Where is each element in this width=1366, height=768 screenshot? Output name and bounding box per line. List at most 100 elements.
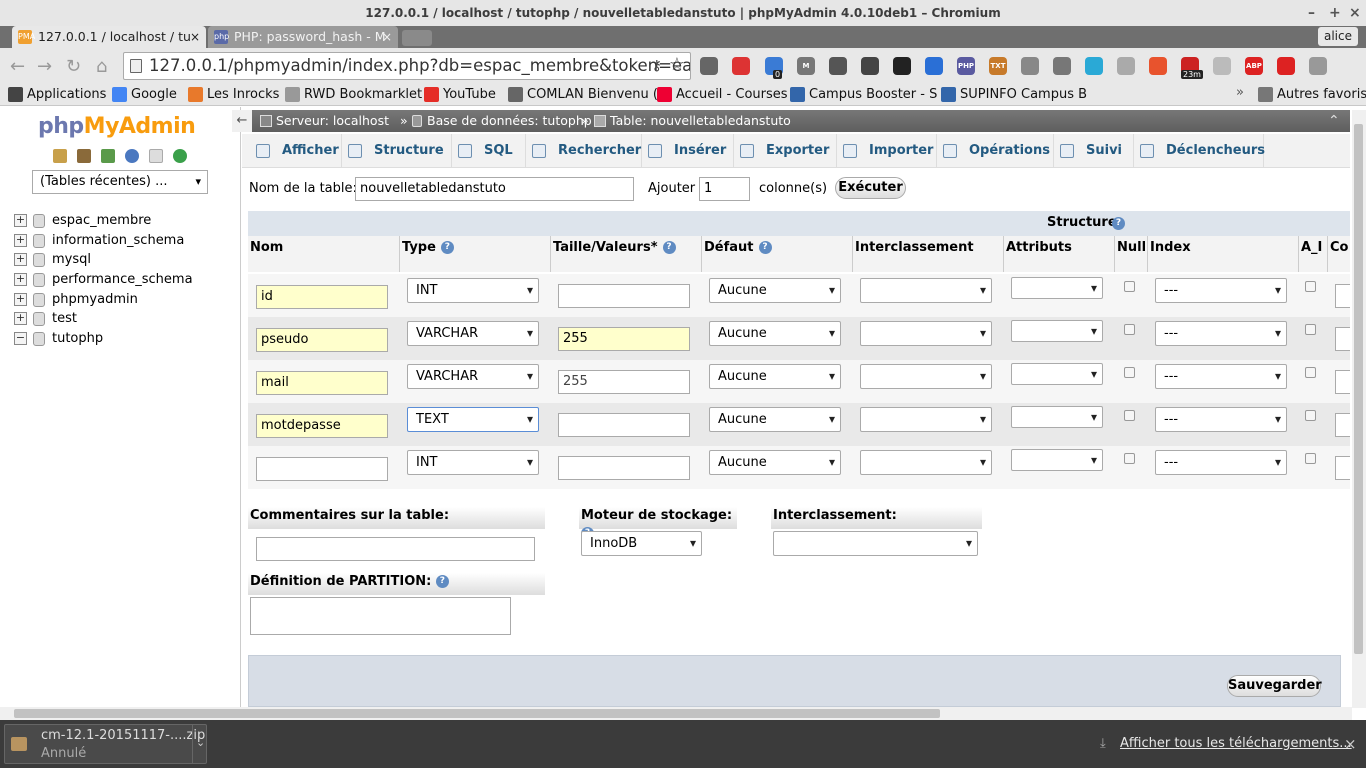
bookmark-6[interactable]: Accueil - Courses: [657, 86, 788, 103]
expand-icon[interactable]: +: [14, 312, 27, 325]
db-item-phpmyadmin[interactable]: + phpmyadmin: [14, 291, 138, 309]
collapse-top-icon[interactable]: ⌃: [1328, 110, 1340, 132]
column-size-input[interactable]: [558, 413, 690, 437]
column-type-select[interactable]: INT: [407, 278, 539, 303]
column-name-input[interactable]: pseudo: [256, 328, 388, 352]
horizontal-scrollbar[interactable]: [0, 707, 1352, 720]
address-bar[interactable]: 127.0.0.1/phpmyadmin/index.php?db=espac_…: [123, 52, 691, 80]
column-default-select[interactable]: Aucune: [709, 364, 841, 389]
tab-php-docs[interactable]: php PHP: password_hash - M ×: [208, 26, 398, 48]
ext-8-icon[interactable]: PHP: [957, 57, 975, 75]
db-item-test[interactable]: + test: [14, 310, 77, 328]
db-item-mysql[interactable]: + mysql: [14, 251, 91, 269]
breadcrumb-database[interactable]: Base de données: tutophp: [427, 110, 592, 132]
column-attributes-select[interactable]: [1011, 320, 1103, 342]
logout-icon[interactable]: [77, 149, 91, 163]
column-index-select[interactable]: ---: [1155, 364, 1287, 389]
ext-13-icon[interactable]: [1117, 57, 1135, 75]
other-bookmarks[interactable]: Autres favoris: [1258, 86, 1366, 103]
key-icon[interactable]: ⚷: [652, 53, 662, 79]
partition-textarea[interactable]: [250, 597, 511, 635]
tab-sql[interactable]: SQL: [452, 134, 526, 168]
column-size-input[interactable]: 255: [558, 327, 690, 351]
tab-triggers[interactable]: Déclencheurs: [1134, 134, 1265, 168]
ext-0-icon[interactable]: [700, 57, 718, 75]
column-collation-select[interactable]: [860, 450, 992, 475]
tab-tracking[interactable]: Suivi: [1054, 134, 1134, 168]
auto-increment-checkbox[interactable]: [1305, 367, 1316, 378]
column-collation-select[interactable]: [860, 364, 992, 389]
close-tab-icon[interactable]: ×: [190, 26, 200, 48]
column-index-select[interactable]: ---: [1155, 407, 1287, 432]
tab-structure[interactable]: Structure: [342, 134, 452, 168]
column-attributes-select[interactable]: [1011, 277, 1103, 299]
column-default-select[interactable]: Aucune: [709, 407, 841, 432]
minimize-icon[interactable]: –: [1308, 0, 1315, 26]
scrollbar-thumb[interactable]: [14, 709, 940, 718]
tab-import[interactable]: Importer: [837, 134, 937, 168]
column-collation-select[interactable]: [860, 321, 992, 346]
home-icon[interactable]: [53, 149, 67, 163]
bookmark-star-icon[interactable]: ☆: [669, 53, 685, 78]
close-downloads-icon[interactable]: ×: [1344, 735, 1357, 753]
column-name-input[interactable]: motdepasse: [256, 414, 388, 438]
column-type-select[interactable]: INT: [407, 450, 539, 475]
breadcrumb-table[interactable]: Table: nouvelletabledanstuto: [610, 110, 791, 132]
ext-5-icon[interactable]: [861, 57, 879, 75]
download-menu-icon[interactable]: ⌄: [196, 736, 205, 749]
bookmark-5[interactable]: COMLAN Bienvenu (: [508, 86, 658, 103]
tab-operations[interactable]: Opérations: [937, 134, 1054, 168]
column-collation-select[interactable]: [860, 278, 992, 303]
tab-phpmyadmin[interactable]: PMA 127.0.0.1 / localhost / tu ×: [12, 26, 206, 48]
null-checkbox[interactable]: [1124, 453, 1135, 464]
column-default-select[interactable]: Aucune: [709, 450, 841, 475]
ext-12-icon[interactable]: [1085, 57, 1103, 75]
column-index-select[interactable]: ---: [1155, 321, 1287, 346]
ext-19-icon[interactable]: [1309, 57, 1327, 75]
column-comment-input[interactable]: [1335, 413, 1350, 437]
close-window-icon[interactable]: ×: [1349, 0, 1361, 26]
ext-1-icon[interactable]: [732, 57, 750, 75]
bookmark-8[interactable]: SUPINFO Campus B: [941, 86, 1087, 103]
tab-export[interactable]: Exporter: [734, 134, 837, 168]
download-item[interactable]: cm-12.1-20151117-....zip Annulé ⌄: [4, 724, 207, 764]
column-type-select[interactable]: VARCHAR: [407, 364, 539, 389]
tab-browse[interactable]: Afficher: [250, 134, 342, 168]
ext-16-icon[interactable]: [1213, 57, 1231, 75]
column-collation-select[interactable]: [860, 407, 992, 432]
breadcrumb-server[interactable]: Serveur: localhost: [276, 110, 389, 132]
expand-icon[interactable]: +: [14, 214, 27, 227]
execute-button[interactable]: Exécuter: [835, 177, 906, 199]
column-attributes-select[interactable]: [1011, 449, 1103, 471]
bookmark-1[interactable]: Google: [112, 86, 177, 103]
null-checkbox[interactable]: [1124, 410, 1135, 421]
table-name-input[interactable]: nouvelletabledanstuto: [355, 177, 634, 201]
show-all-downloads-link[interactable]: Afficher tous les téléchargements...: [1120, 736, 1352, 751]
db-item-information_schema[interactable]: + information_schema: [14, 232, 184, 250]
add-columns-input[interactable]: 1: [699, 177, 750, 201]
null-checkbox[interactable]: [1124, 367, 1135, 378]
column-default-select[interactable]: Aucune: [709, 321, 841, 346]
auto-increment-checkbox[interactable]: [1305, 281, 1316, 292]
docs-page-icon[interactable]: [149, 149, 163, 163]
ext-7-icon[interactable]: [925, 57, 943, 75]
reload-icon[interactable]: ↻: [66, 57, 81, 77]
null-checkbox[interactable]: [1124, 281, 1135, 292]
back-icon[interactable]: ←: [10, 57, 25, 77]
db-item-performance_schema[interactable]: + performance_schema: [14, 271, 193, 289]
ext-10-icon[interactable]: [1021, 57, 1039, 75]
column-default-select[interactable]: Aucune: [709, 278, 841, 303]
scrollbar-thumb[interactable]: [1354, 124, 1363, 654]
expand-icon[interactable]: +: [14, 253, 27, 266]
column-index-select[interactable]: ---: [1155, 450, 1287, 475]
query-window-icon[interactable]: [101, 149, 115, 163]
bookmark-0[interactable]: Applications: [8, 86, 106, 103]
save-button[interactable]: Sauvegarder: [1227, 675, 1322, 697]
auto-increment-checkbox[interactable]: [1305, 410, 1316, 421]
table-collation-select[interactable]: [773, 531, 978, 556]
maximize-icon[interactable]: +: [1329, 0, 1341, 26]
column-name-input[interactable]: [256, 457, 388, 481]
help-icon[interactable]: ?: [758, 241, 772, 254]
storage-engine-select[interactable]: InnoDB: [581, 531, 702, 556]
auto-increment-checkbox[interactable]: [1305, 453, 1316, 464]
